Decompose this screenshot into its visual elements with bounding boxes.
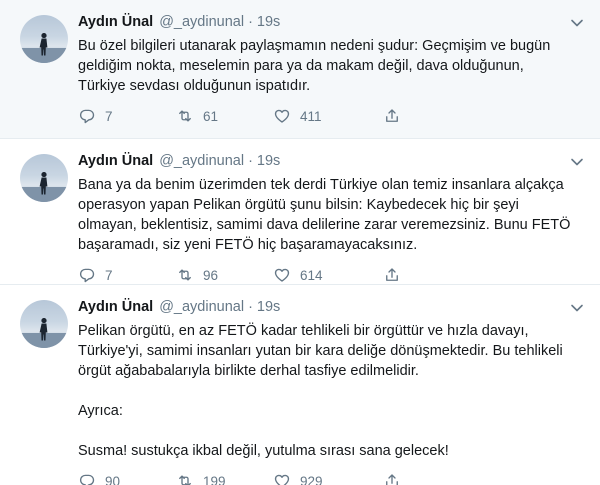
reply-button[interactable]: 7: [78, 107, 176, 125]
chevron-down-icon[interactable]: [570, 155, 584, 169]
separator-dot: ·: [248, 299, 253, 315]
tweet-timeline: Aydın Ünal @_aydinunal · 19s Bu özel bil…: [0, 0, 600, 485]
tweet-text: Pelikan örgütü, en az FETÖ kadar tehlike…: [78, 323, 563, 459]
reply-icon: [78, 266, 96, 284]
reply-button[interactable]: 7: [78, 266, 176, 284]
avatar[interactable]: [20, 300, 68, 348]
tweet-header: Aydın Ünal @_aydinunal · 19s: [78, 12, 584, 33]
avatar[interactable]: [20, 15, 68, 63]
tweet-text: Bu özel bilgileri utanarak paylaşmamın n…: [78, 38, 551, 94]
tweet-timestamp[interactable]: 19s: [257, 151, 280, 172]
tweet-timestamp[interactable]: 19s: [257, 297, 280, 318]
tweet-actions: 7 96 614: [78, 264, 584, 286]
author-name[interactable]: Aydın Ünal: [78, 151, 153, 172]
tweet-timestamp[interactable]: 19s: [257, 12, 280, 33]
author-username[interactable]: @_aydinunal: [159, 297, 244, 318]
retweet-icon: [176, 107, 194, 125]
avatar[interactable]: [20, 154, 68, 202]
like-count: 929: [300, 473, 323, 485]
chevron-down-icon[interactable]: [570, 301, 584, 315]
share-icon: [383, 266, 401, 284]
heart-icon: [273, 472, 291, 485]
tweet[interactable]: Aydın Ünal @_aydinunal · 19s Pelikan örg…: [0, 285, 600, 485]
tweet-header: Aydın Ünal @_aydinunal · 19s: [78, 151, 584, 172]
like-count: 411: [300, 108, 322, 124]
retweet-count: 199: [203, 473, 226, 485]
retweet-count: 61: [203, 108, 219, 124]
reply-icon: [78, 472, 96, 485]
like-count: 614: [300, 267, 323, 283]
share-button[interactable]: [383, 472, 413, 485]
retweet-icon: [176, 472, 194, 485]
tweet-text: Bana ya da benim üzerimden tek derdi Tür…: [78, 177, 571, 253]
separator-dot: ·: [248, 14, 253, 30]
author-name[interactable]: Aydın Ünal: [78, 12, 153, 33]
retweet-button[interactable]: 96: [176, 266, 273, 284]
retweet-button[interactable]: 61: [176, 107, 273, 125]
tweet-actions: 7 61 411: [78, 105, 584, 127]
share-button[interactable]: [383, 266, 413, 284]
reply-count: 7: [105, 267, 113, 283]
like-button[interactable]: 411: [273, 107, 383, 125]
chevron-down-icon[interactable]: [570, 16, 584, 30]
share-icon: [383, 472, 401, 485]
reply-count: 7: [105, 108, 113, 124]
reply-icon: [78, 107, 96, 125]
reply-button[interactable]: 90: [78, 472, 176, 485]
retweet-icon: [176, 266, 194, 284]
heart-icon: [273, 266, 291, 284]
reply-count: 90: [105, 473, 121, 485]
share-icon: [383, 107, 401, 125]
like-button[interactable]: 929: [273, 472, 383, 485]
tweet[interactable]: Aydın Ünal @_aydinunal · 19s Bana ya da …: [0, 139, 600, 285]
author-name[interactable]: Aydın Ünal: [78, 297, 153, 318]
share-button[interactable]: [383, 107, 413, 125]
tweet-header: Aydın Ünal @_aydinunal · 19s: [78, 297, 584, 318]
author-username[interactable]: @_aydinunal: [159, 151, 244, 172]
retweet-button[interactable]: 199: [176, 472, 273, 485]
separator-dot: ·: [248, 153, 253, 169]
author-username[interactable]: @_aydinunal: [159, 12, 244, 33]
retweet-count: 96: [203, 267, 219, 283]
tweet-actions: 90 199 929: [78, 470, 584, 485]
like-button[interactable]: 614: [273, 266, 383, 284]
tweet[interactable]: Aydın Ünal @_aydinunal · 19s Bu özel bil…: [0, 0, 600, 139]
heart-icon: [273, 107, 291, 125]
